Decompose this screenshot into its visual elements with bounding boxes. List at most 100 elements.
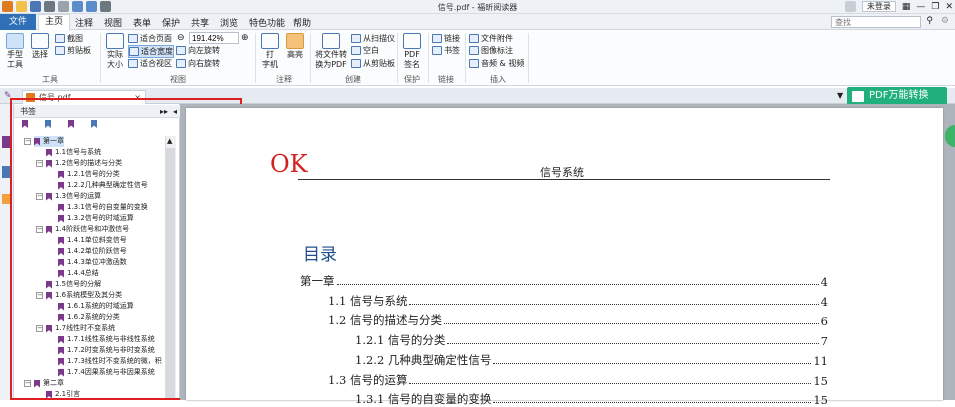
- hand-tool-button[interactable]: 手型 工具: [3, 33, 27, 70]
- rotate-right-button[interactable]: 向右旋转: [176, 58, 220, 69]
- bookmark-flag-icon: [58, 368, 64, 377]
- bookmark-item[interactable]: 1.7.3线性时不变系统的微，积: [58, 356, 162, 367]
- login-button[interactable]: 未登录: [861, 1, 896, 12]
- bookmark-item[interactable]: 1.3.1信号的自变量的变换: [58, 202, 148, 213]
- convert-to-pdf-button[interactable]: 将文件转 换为PDF: [313, 33, 349, 70]
- image-annotation-button[interactable]: 图像标注: [469, 45, 513, 56]
- bookmark-item[interactable]: 1.3.2信号的时域运算: [58, 213, 134, 224]
- collapse-toggle-icon[interactable]: −: [36, 292, 43, 299]
- collapse-toggle-icon[interactable]: −: [36, 193, 43, 200]
- bookmark-button[interactable]: 书签: [432, 45, 460, 56]
- bookmark-item[interactable]: 1.6系统模型及其分类: [46, 290, 122, 301]
- bookmark-item[interactable]: 1.6.2系统的分类: [58, 312, 120, 323]
- close-icon[interactable]: ✕: [945, 2, 953, 12]
- file-attachment-button[interactable]: 文件附件: [469, 33, 513, 44]
- search-input[interactable]: [831, 16, 921, 28]
- menu-comment[interactable]: 注释: [75, 16, 93, 29]
- toc-entry[interactable]: 1.2.1 信号的分类 7: [355, 332, 828, 348]
- bookmark-item[interactable]: 1.6.1系统的时域运算: [58, 301, 134, 312]
- menu-protect[interactable]: 保护: [162, 16, 180, 29]
- bookmarks-panel-icon[interactable]: [2, 136, 12, 148]
- audio-video-button[interactable]: 音频 & 视频: [469, 58, 524, 69]
- fit-width-button[interactable]: 适合宽度: [128, 45, 174, 58]
- bookmark-item[interactable]: 1.7.1线性系统与非线性系统: [58, 334, 155, 345]
- close-tab-icon[interactable]: ×: [134, 91, 141, 104]
- collapse-toggle-icon[interactable]: −: [36, 226, 43, 233]
- panel-options-icon[interactable]: ▸▸: [160, 105, 168, 118]
- clipboard-button[interactable]: 剪贴板: [55, 45, 91, 56]
- highlight-button[interactable]: 高亮: [284, 33, 306, 60]
- search-icon[interactable]: ⚲: [926, 16, 933, 26]
- bookmark-item[interactable]: 1.7.4因果系统与非因果系统: [58, 367, 155, 378]
- toc-entry[interactable]: 1.2 信号的描述与分类 6: [328, 312, 828, 328]
- scrollbar-thumb[interactable]: [166, 148, 175, 400]
- typewriter-button[interactable]: 打 字机: [259, 33, 281, 70]
- expand-bookmark-icon[interactable]: [68, 120, 74, 128]
- bookmark-item[interactable]: 1.2.2几种典型确定性信号: [58, 180, 148, 191]
- bookmark-item[interactable]: 1.7线性时不变系统: [46, 323, 115, 334]
- tab-dropdown-icon[interactable]: ▼: [837, 91, 843, 100]
- toc-entry[interactable]: 1.3 信号的运算 15: [328, 372, 828, 388]
- bookmark-item[interactable]: 1.4.4总结: [58, 268, 99, 279]
- collapse-toggle-icon[interactable]: −: [36, 325, 43, 332]
- bookmark-item[interactable]: 第二章: [34, 378, 64, 389]
- menu-file[interactable]: 文件: [0, 14, 36, 30]
- bookmark-item[interactable]: 1.4阶跃信号和冲激信号: [46, 224, 129, 235]
- pdf-sign-button[interactable]: PDF 签名: [400, 33, 424, 70]
- actual-size-button[interactable]: 实际 大小: [103, 33, 127, 70]
- bookmark-item[interactable]: 1.4.1单位斜变信号: [58, 235, 127, 246]
- blank-button[interactable]: 空白: [351, 45, 379, 56]
- bookmark-item[interactable]: 1.3信号的运算: [46, 191, 101, 202]
- toc-entry[interactable]: 1.3.1 信号的自变量的变换 15: [355, 391, 828, 407]
- toc-entry-title: 1.1 信号与系统: [328, 293, 408, 308]
- bookmark-item[interactable]: 1.4.2单位阶跃信号: [58, 246, 127, 257]
- restore-icon[interactable]: ❐: [931, 2, 939, 12]
- link-button[interactable]: 链接: [432, 33, 460, 44]
- comments-panel-icon[interactable]: [2, 194, 12, 204]
- menu-form[interactable]: 表单: [133, 16, 151, 29]
- select-button[interactable]: 选择: [28, 33, 52, 60]
- toc-entry[interactable]: 1.2.2 几种典型确定性信号 11: [355, 352, 828, 368]
- delete-bookmark-icon[interactable]: [22, 120, 28, 128]
- bookmark-options-icon[interactable]: [91, 120, 97, 128]
- zoom-out-icon[interactable]: ⊖: [177, 33, 185, 43]
- menu-browse[interactable]: 浏览: [220, 16, 238, 29]
- document-tab[interactable]: 信号.pdf ×: [22, 90, 146, 104]
- panel-collapse-icon[interactable]: ◂: [173, 105, 177, 118]
- zoom-input[interactable]: [189, 32, 239, 44]
- pin-icon[interactable]: ✎: [4, 91, 12, 101]
- fit-page-button[interactable]: 适合页面: [128, 33, 172, 44]
- from-clipboard-button[interactable]: 从剪贴板: [351, 58, 395, 69]
- collapse-toggle-icon[interactable]: −: [24, 138, 31, 145]
- toc-entry[interactable]: 1.1 信号与系统 4: [328, 293, 828, 309]
- scroll-up-icon[interactable]: ▲: [167, 137, 172, 145]
- toc-entry[interactable]: 第一章 4: [300, 273, 828, 289]
- from-scanner-button[interactable]: 从扫描仪: [351, 33, 395, 44]
- settings-icon[interactable]: ⚙: [941, 16, 949, 26]
- bookmark-flag-icon: [58, 269, 64, 278]
- bookmark-item[interactable]: 第一章: [34, 136, 64, 147]
- bookmark-item[interactable]: 1.5信号的分解: [46, 279, 101, 290]
- menu-features[interactable]: 特色功能: [249, 16, 285, 29]
- zoom-in-icon[interactable]: ⊕: [241, 33, 249, 43]
- bookmark-item[interactable]: 1.4.3单位冲激函数: [58, 257, 127, 268]
- rotate-left-button[interactable]: 向左旋转: [176, 45, 220, 56]
- bookmark-item[interactable]: 1.7.2时变系统与非时变系统: [58, 345, 155, 356]
- bookmark-item[interactable]: 1.1信号与系统: [46, 147, 101, 158]
- fit-view-button[interactable]: 适合视区: [128, 58, 172, 69]
- collapse-toggle-icon[interactable]: −: [36, 160, 43, 167]
- bookmark-item[interactable]: 2.1引言: [46, 389, 80, 400]
- bookmark-item[interactable]: 1.2.1信号的分类: [58, 169, 120, 180]
- menu-help[interactable]: 帮助: [293, 16, 311, 29]
- grid-icon[interactable]: ▦: [902, 2, 911, 12]
- menu-share[interactable]: 共享: [191, 16, 209, 29]
- screenshot-button[interactable]: 截图: [55, 33, 83, 44]
- user-icon[interactable]: [844, 1, 856, 12]
- menu-home[interactable]: 主页: [38, 14, 71, 30]
- bookmark-item[interactable]: 1.2信号的描述与分类: [46, 158, 122, 169]
- menu-view[interactable]: 视图: [104, 16, 122, 29]
- collapse-toggle-icon[interactable]: −: [24, 380, 31, 387]
- pages-panel-icon[interactable]: [2, 166, 12, 178]
- minimize-icon[interactable]: —: [916, 2, 925, 12]
- new-bookmark-icon[interactable]: [45, 120, 51, 128]
